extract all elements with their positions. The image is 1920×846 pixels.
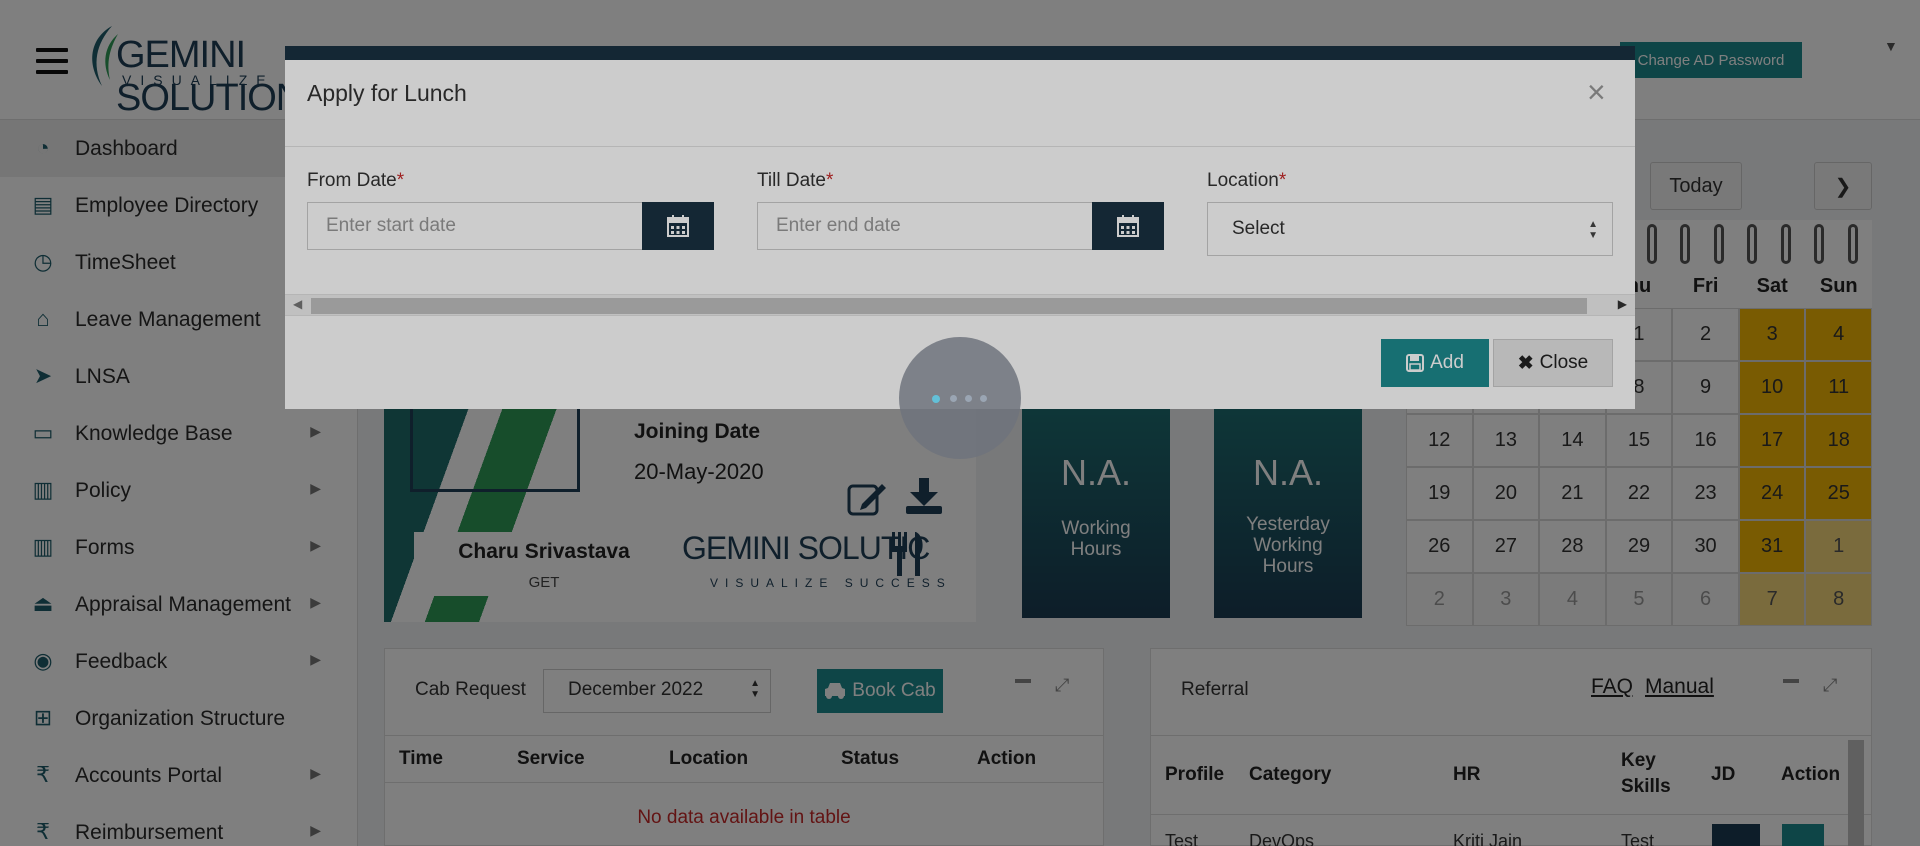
loader-dot: [965, 395, 972, 402]
scroll-left-arrow-icon[interactable]: ◀: [293, 297, 302, 311]
add-button[interactable]: Add: [1381, 339, 1489, 387]
modal-title: Apply for Lunch: [307, 80, 467, 106]
from-date-calendar-button[interactable]: [642, 202, 714, 250]
close-icon: ✖: [1517, 352, 1534, 374]
modal-divider: [285, 146, 1635, 147]
loader-dot: [980, 395, 987, 402]
till-date-calendar-button[interactable]: [1092, 202, 1164, 250]
scroll-right-arrow-icon[interactable]: ▶: [1618, 297, 1627, 311]
add-button-label: Add: [1430, 352, 1464, 373]
close-button[interactable]: ✖ Close: [1493, 339, 1613, 387]
location-select-value: Select: [1232, 218, 1285, 239]
calendar-icon: [1117, 215, 1139, 237]
till-date-label: Till Date*: [757, 170, 834, 191]
loader-dot: [932, 395, 940, 403]
modal-close-x-icon[interactable]: ×: [1587, 76, 1606, 108]
from-date-label: From Date*: [307, 170, 405, 191]
select-arrows-icon: ▲▼: [1588, 219, 1598, 241]
calendar-icon: [667, 215, 689, 237]
modal-horizontal-scrollbar[interactable]: ◀ ▶: [285, 294, 1635, 316]
location-label: Location*: [1207, 170, 1287, 191]
save-icon: [1406, 354, 1425, 372]
loader-dot: [950, 395, 957, 402]
loading-spinner: [899, 337, 1021, 459]
scrollbar-thumb[interactable]: [311, 298, 1587, 314]
from-date-input[interactable]: Enter start date: [307, 202, 643, 250]
close-button-label: Close: [1539, 352, 1589, 373]
location-select[interactable]: Select ▲ ▼: [1207, 202, 1613, 256]
till-date-input[interactable]: Enter end date: [757, 202, 1093, 250]
